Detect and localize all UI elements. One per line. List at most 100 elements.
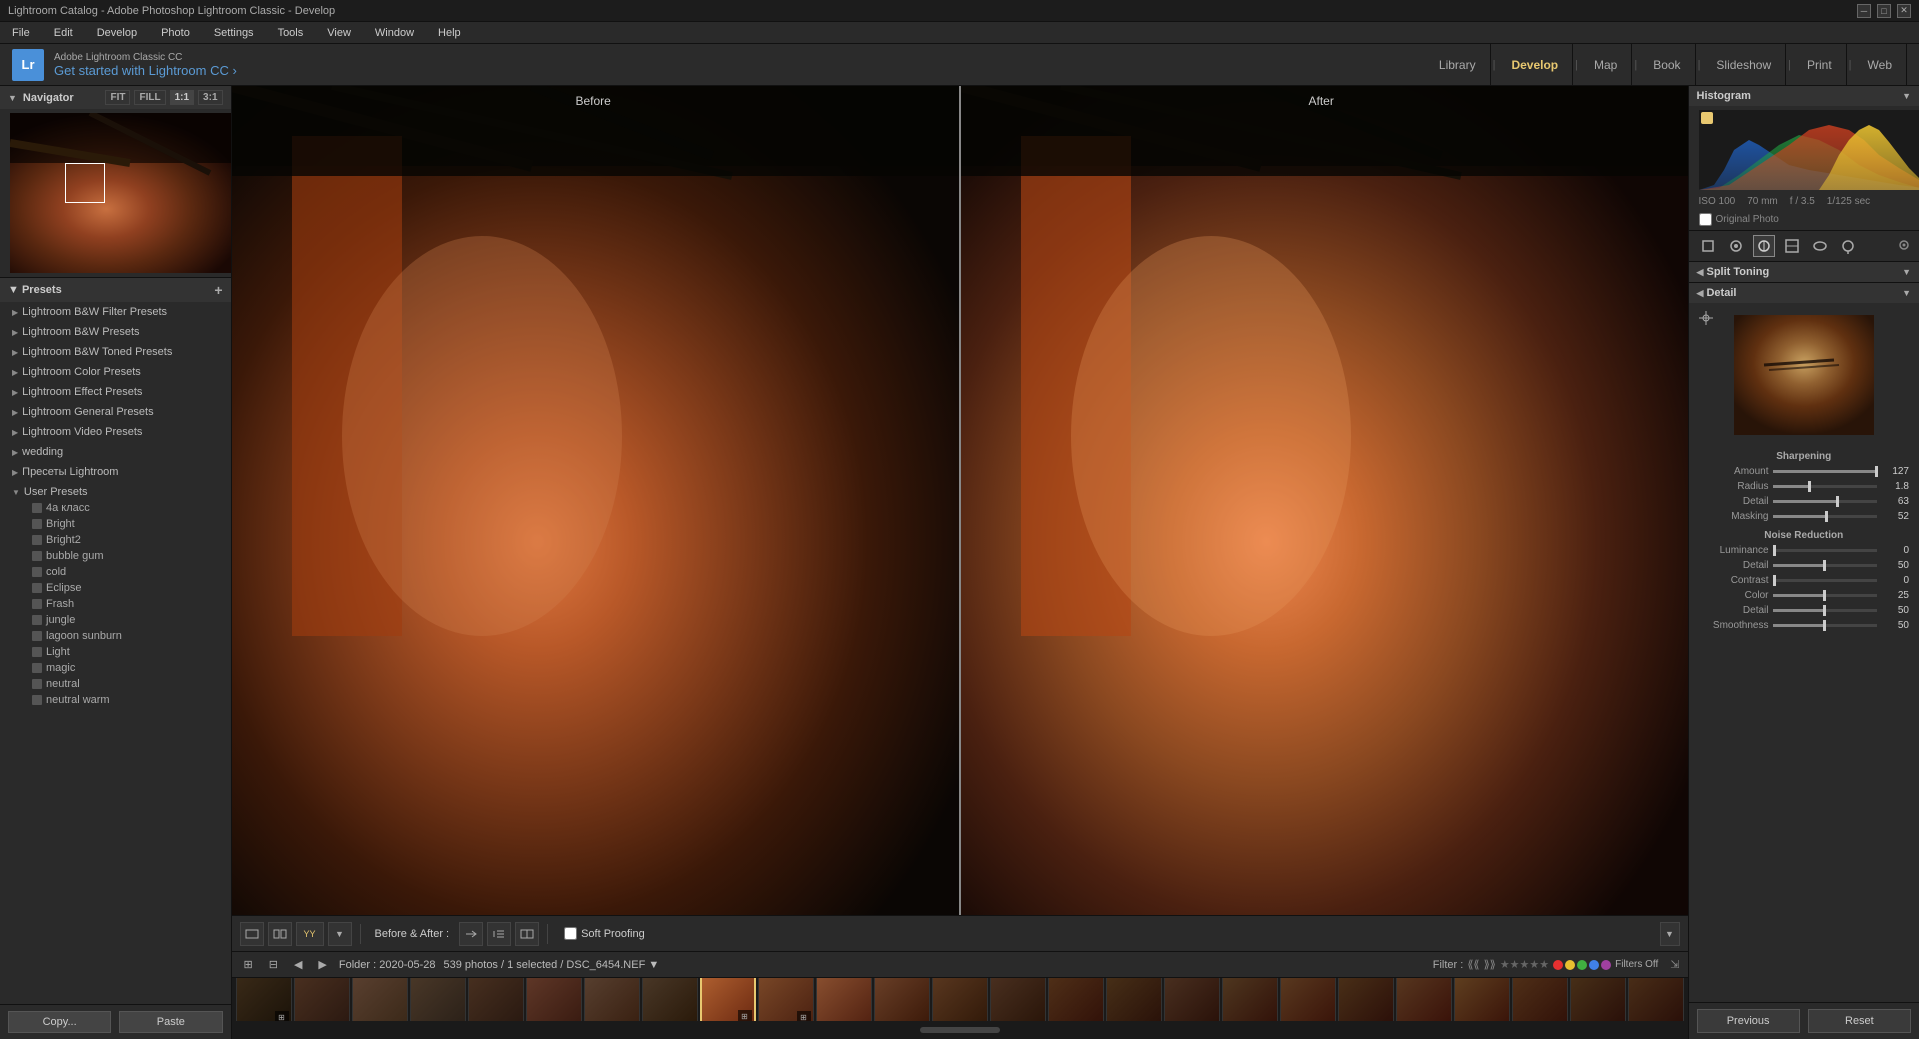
- color-red[interactable]: [1553, 960, 1563, 970]
- view-beforeafter-btn[interactable]: YY: [296, 922, 324, 946]
- minimize-button[interactable]: ─: [1857, 4, 1871, 18]
- menu-window[interactable]: Window: [371, 25, 418, 41]
- restore-button[interactable]: □: [1877, 4, 1891, 18]
- preset-item-cold[interactable]: cold: [0, 564, 231, 580]
- filmstrip-thumb-17[interactable]: [1164, 978, 1220, 1021]
- redeye-tool[interactable]: [1753, 235, 1775, 257]
- menu-help[interactable]: Help: [434, 25, 465, 41]
- filmstrip-thumb-22[interactable]: [1454, 978, 1510, 1021]
- preset-item-eclipse[interactable]: Eclipse: [0, 580, 231, 596]
- detail-crosshair[interactable]: [1699, 311, 1713, 328]
- amount-slider[interactable]: [1773, 470, 1878, 473]
- radius-slider[interactable]: [1773, 485, 1878, 488]
- tab-book[interactable]: Book: [1639, 44, 1695, 85]
- color-green[interactable]: [1577, 960, 1587, 970]
- preset-item-neutralwarm[interactable]: neutral warm: [0, 692, 231, 708]
- preset-item-light[interactable]: Light: [0, 644, 231, 660]
- nr-detail-value[interactable]: 50: [1881, 560, 1909, 571]
- copy-settings-btn[interactable]: [487, 922, 511, 946]
- preset-group-cyrillic-header[interactable]: ▶ Пресеты Lightroom: [0, 464, 231, 480]
- preset-item-frash[interactable]: Frash: [0, 596, 231, 612]
- detail-value[interactable]: 63: [1881, 496, 1909, 507]
- filmstrip-thumb-10[interactable]: ⊞: [758, 978, 814, 1021]
- tab-web[interactable]: Web: [1854, 44, 1907, 85]
- menu-develop[interactable]: Develop: [93, 25, 141, 41]
- zoom-3-1[interactable]: 3:1: [198, 90, 222, 105]
- luminance-slider[interactable]: [1773, 549, 1878, 552]
- filmstrip-thumb-8[interactable]: [642, 978, 698, 1021]
- filmstrip-thumb-13[interactable]: [932, 978, 988, 1021]
- preset-group-video-header[interactable]: ▶ Lightroom Video Presets: [0, 424, 231, 440]
- masking-value[interactable]: 52: [1881, 511, 1909, 522]
- smoothness-value[interactable]: 50: [1881, 620, 1909, 631]
- filmstrip-thumb-16[interactable]: [1106, 978, 1162, 1021]
- adjustment-brush-tool[interactable]: [1837, 235, 1859, 257]
- tab-map[interactable]: Map: [1580, 44, 1632, 85]
- filmstrip-thumb-selected[interactable]: ⊞: [700, 978, 756, 1021]
- radius-value[interactable]: 1.8: [1881, 481, 1909, 492]
- tab-slideshow[interactable]: Slideshow: [1702, 44, 1786, 85]
- masking-slider[interactable]: [1773, 515, 1878, 518]
- radial-filter-tool[interactable]: [1809, 235, 1831, 257]
- spot-heal-tool[interactable]: [1725, 235, 1747, 257]
- detail-header[interactable]: ◀ Detail ▼: [1689, 283, 1919, 303]
- preset-group-bwtoned-header[interactable]: ▶ Lightroom B&W Toned Presets: [0, 344, 231, 360]
- copy-button[interactable]: Copy...: [8, 1011, 111, 1033]
- filmstrip-images[interactable]: ⊞: [232, 978, 1688, 1021]
- filmstrip-thumb-25[interactable]: [1628, 978, 1684, 1021]
- original-photo-checkbox[interactable]: [1699, 213, 1712, 226]
- filmstrip-thumb-14[interactable]: [990, 978, 1046, 1021]
- before-only-btn[interactable]: [515, 922, 539, 946]
- preset-item-lagoonsunburn[interactable]: lagoon sunburn: [0, 628, 231, 644]
- preset-group-bwfilter-header[interactable]: ▶ Lightroom B&W Filter Presets: [0, 304, 231, 320]
- view-dropdown[interactable]: ▼: [328, 922, 352, 946]
- filmstrip-thumb-12[interactable]: [874, 978, 930, 1021]
- filmstrip-thumb-24[interactable]: [1570, 978, 1626, 1021]
- preset-item-magic[interactable]: magic: [0, 660, 231, 676]
- filmstrip-thumb-1[interactable]: ⊞: [236, 978, 292, 1021]
- filmstrip-thumb-18[interactable]: [1222, 978, 1278, 1021]
- swap-btn[interactable]: [459, 922, 483, 946]
- histogram-collapse[interactable]: ▼: [1902, 91, 1911, 101]
- menu-settings[interactable]: Settings: [210, 25, 258, 41]
- preset-item-bubblegum[interactable]: bubble gum: [0, 548, 231, 564]
- detail-slider[interactable]: [1773, 500, 1878, 503]
- grad-filter-tool[interactable]: [1781, 235, 1803, 257]
- contrast-value[interactable]: 0: [1881, 575, 1909, 586]
- filmstrip-thumb-15[interactable]: [1048, 978, 1104, 1021]
- previous-button[interactable]: Previous: [1697, 1009, 1800, 1033]
- crop-tool[interactable]: [1697, 235, 1719, 257]
- filter-arrows[interactable]: ⟪⟪: [1467, 958, 1479, 971]
- preset-group-general-header[interactable]: ▶ Lightroom General Presets: [0, 404, 231, 420]
- tab-library[interactable]: Library: [1425, 44, 1491, 85]
- zoom-fit[interactable]: FIT: [105, 90, 130, 105]
- menu-file[interactable]: File: [8, 25, 34, 41]
- navigator-preview[interactable]: [10, 113, 232, 273]
- preset-group-color-header[interactable]: ▶ Lightroom Color Presets: [0, 364, 231, 380]
- tab-print[interactable]: Print: [1793, 44, 1847, 85]
- reset-button[interactable]: Reset: [1808, 1009, 1911, 1033]
- filmstrip-thumb-21[interactable]: [1396, 978, 1452, 1021]
- filmstrip-thumb-4[interactable]: [410, 978, 466, 1021]
- color-blue[interactable]: [1589, 960, 1599, 970]
- menu-edit[interactable]: Edit: [50, 25, 77, 41]
- color-purple[interactable]: [1601, 960, 1611, 970]
- filmstrip-scrollbar[interactable]: [920, 1027, 1000, 1033]
- preset-item-jungle[interactable]: jungle: [0, 612, 231, 628]
- menu-tools[interactable]: Tools: [274, 25, 308, 41]
- filmstrip-thumb-5[interactable]: [468, 978, 524, 1021]
- filmstrip-prev-btn[interactable]: ◀: [290, 956, 306, 973]
- color-value[interactable]: 25: [1881, 590, 1909, 601]
- menu-view[interactable]: View: [323, 25, 355, 41]
- filmstrip-loupe-btn[interactable]: ⊟: [265, 956, 282, 973]
- filmstrip-thumb-6[interactable]: [526, 978, 582, 1021]
- preset-item-neutral[interactable]: neutral: [0, 676, 231, 692]
- preset-item-4aklass[interactable]: 4а класс: [0, 500, 231, 516]
- contrast-slider[interactable]: [1773, 579, 1878, 582]
- filmstrip-expand-btn[interactable]: ⇲: [1670, 958, 1679, 971]
- preset-item-bright[interactable]: Bright: [0, 516, 231, 532]
- split-toning-header[interactable]: ◀ Split Toning ▼: [1689, 262, 1919, 282]
- image-divider[interactable]: [959, 86, 961, 915]
- luminance-value[interactable]: 0: [1881, 545, 1909, 556]
- histogram-clipping-indicator[interactable]: [1701, 112, 1713, 124]
